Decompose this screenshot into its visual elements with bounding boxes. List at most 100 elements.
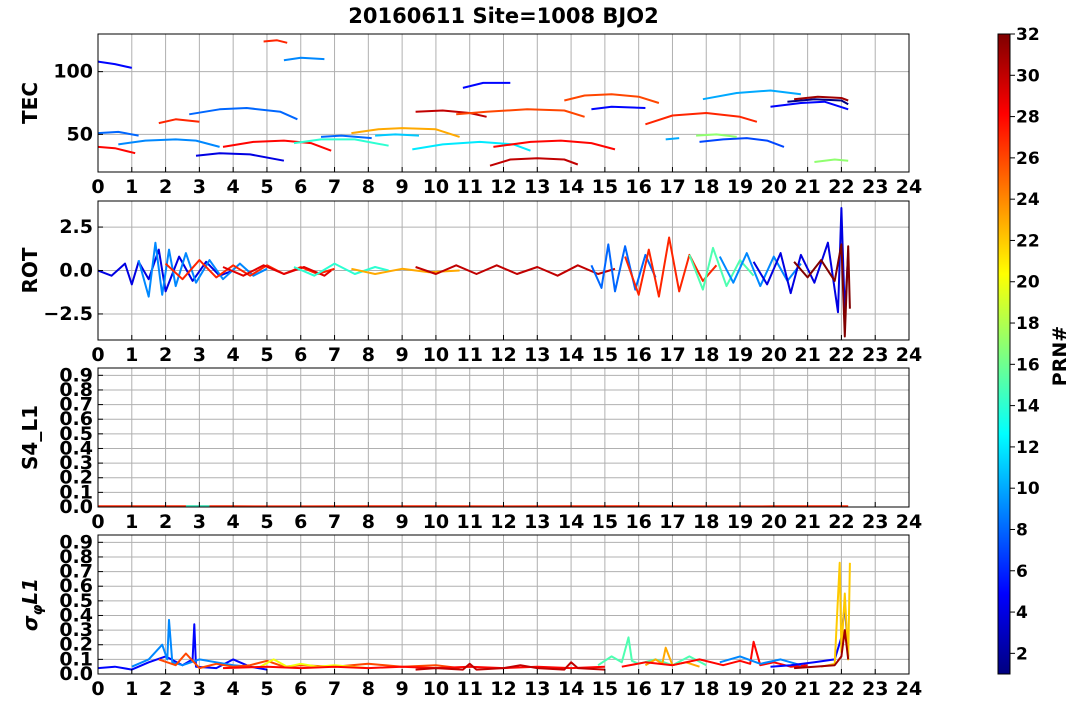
figure-canvas: 0 1 2 3 4 5 6 7 8 9 10 11 12 13 14 15 16 17 18 19 20 21 22 23 24… (18, 25, 1071, 700)
x-tick-label: 19 (727, 344, 753, 366)
panel-s4-l1: 0 1 2 3 4 5 6 7 8 9 10 11 12 13 14 15 16 17 18 19 20 21 22 23 24… (18, 364, 922, 533)
x-tick-label: 1 (125, 511, 138, 533)
series-line-prn-9 (718, 252, 802, 288)
x-tick-label: 20 (761, 344, 787, 366)
x-tick-label: 16 (625, 176, 651, 198)
x-tick-label: 5 (260, 511, 273, 533)
x-tick-label: 0 (91, 678, 104, 700)
x-tick-label: 15 (592, 176, 618, 198)
x-tick-label: 18 (693, 176, 719, 198)
x-tick-label: 7 (328, 511, 341, 533)
series-line-prn-31 (794, 629, 850, 670)
x-tick-label: 2 (159, 344, 172, 366)
y-tick-label: 0.9 (59, 531, 93, 553)
series-line-prn-12 (412, 140, 531, 152)
x-tick-label: 13 (524, 511, 550, 533)
x-tick-label: 6 (294, 511, 307, 533)
x-tick-label: 17 (659, 176, 685, 198)
series-line-prn-9 (283, 56, 325, 62)
series-line-prn-22 (820, 561, 851, 668)
series-line-prn-8 (98, 130, 139, 137)
colorbar-tick-label: 24 (1016, 190, 1040, 210)
x-tick-label: 7 (328, 176, 341, 198)
x-tick-label: 5 (260, 176, 273, 198)
y-tick-label: 0.9 (59, 364, 93, 386)
series-line-prn-8 (189, 107, 298, 121)
x-tick-label: 18 (693, 511, 719, 533)
x-tick-label: 14 (558, 511, 584, 533)
series-line-prn-11 (375, 133, 420, 137)
y-tick-label: 2.5 (59, 216, 93, 238)
x-tick-label: 0 (91, 511, 104, 533)
series-group (98, 39, 849, 167)
x-tick-label: 16 (625, 678, 651, 700)
y-tick-label: 100 (53, 61, 93, 83)
x-tick-label: 19 (727, 176, 753, 198)
x-tick-label: 24 (896, 344, 922, 366)
series-line-prn-15 (688, 246, 755, 291)
series-line-prn-7 (699, 137, 785, 148)
x-tick-label: 4 (227, 344, 240, 366)
x-tick-label: 10 (423, 176, 449, 198)
series-line-prn-5 (591, 105, 646, 111)
x-tick-label: 8 (362, 176, 375, 198)
series-line-prn-4 (752, 207, 850, 315)
x-tick-label: 4 (227, 511, 240, 533)
colorbar-gradient (997, 33, 1011, 675)
x-tick-label: 19 (727, 511, 753, 533)
x-tick-label: 21 (794, 678, 820, 700)
x-tick-label: 9 (396, 176, 409, 198)
y-tick-label: 0.0 (59, 260, 93, 282)
x-tick-label: 9 (396, 678, 409, 700)
series-line-prn-5 (770, 100, 849, 111)
x-tick-label: 12 (490, 511, 516, 533)
x-tick-label: 3 (193, 344, 206, 366)
series-line-prn-28 (493, 139, 616, 151)
x-tick-label: 12 (490, 678, 516, 700)
x-tick-label: 14 (558, 678, 584, 700)
x-tick-label: 23 (862, 511, 888, 533)
x-tick-label: 6 (294, 176, 307, 198)
series-line-prn-28 (621, 640, 808, 668)
x-tick-label: 22 (828, 678, 854, 700)
series-line-prn-27 (158, 118, 200, 125)
colorbar-tick-label: 8 (1016, 520, 1028, 540)
x-tick-label: 13 (524, 176, 550, 198)
x-tick-label: 2 (159, 511, 172, 533)
x-tick-label: 24 (896, 678, 922, 700)
x-tick-label: 12 (490, 344, 516, 366)
y-tick-label: 50 (67, 123, 93, 145)
x-tick-label: 22 (828, 344, 854, 366)
x-tick-label: 8 (362, 678, 375, 700)
colorbar-tick-label: 22 (1016, 231, 1040, 251)
x-tick-label: 5 (260, 678, 273, 700)
series-line-prn-8 (590, 243, 657, 293)
x-tick-label: 24 (896, 511, 922, 533)
chart-title: 20160611 Site=1008 BJO2 (348, 4, 659, 28)
x-tick-label: 9 (396, 511, 409, 533)
colorbar-tick-label: 14 (1016, 397, 1040, 417)
series-line-prn-10 (702, 89, 802, 101)
x-tick-label: 16 (625, 344, 651, 366)
x-tick-label: 0 (91, 344, 104, 366)
x-tick-label: 20 (761, 176, 787, 198)
x-tick-label: 17 (659, 344, 685, 366)
series-group (98, 561, 851, 671)
y-axis-label: S4_L1 (18, 405, 42, 470)
x-tick-label: 7 (328, 344, 341, 366)
x-tick-label: 3 (193, 511, 206, 533)
x-tick-label: 11 (456, 176, 482, 198)
series-line-prn-28 (222, 139, 332, 152)
x-tick-label: 20 (761, 511, 787, 533)
colorbar-tick-label: 30 (1016, 66, 1040, 86)
x-tick-label: 8 (362, 511, 375, 533)
x-tick-label: 16 (625, 511, 651, 533)
colorbar-tick-label: 2 (1016, 644, 1028, 664)
y-tick-label: −2.5 (43, 303, 93, 325)
x-tick-label: 19 (727, 678, 753, 700)
x-tick-label: 18 (693, 344, 719, 366)
x-tick-label: 2 (159, 678, 172, 700)
x-tick-label: 6 (294, 678, 307, 700)
x-tick-label: 6 (294, 344, 307, 366)
y-axis-label: ROT (18, 247, 42, 293)
